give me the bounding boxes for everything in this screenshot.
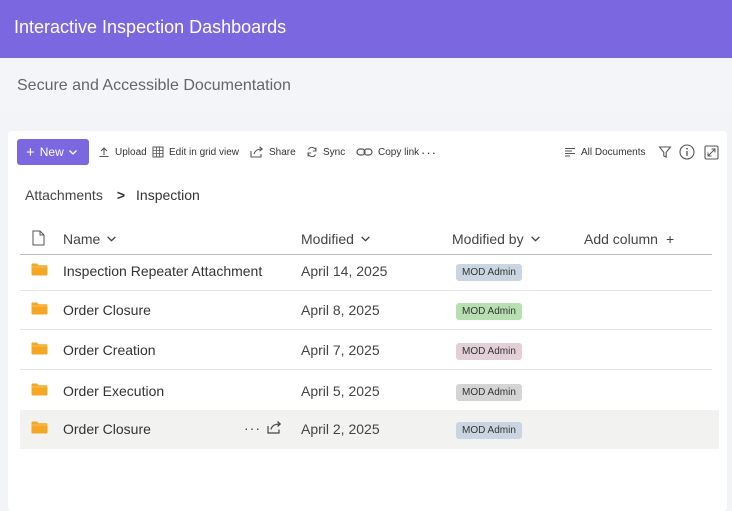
edit-grid-button[interactable]: Edit in grid view — [152, 139, 239, 165]
row-divider — [20, 369, 712, 370]
table-row[interactable]: Order Creation April 7, 2025 MOD Admin — [20, 331, 719, 370]
file-type-column-header[interactable] — [32, 225, 45, 253]
table-row[interactable]: Order Closure ··· April 2, 2025 MOD Admi… — [20, 410, 719, 449]
sync-label: Sync — [323, 146, 346, 158]
modified-column-header[interactable]: Modified — [301, 225, 371, 253]
chevron-down-icon — [360, 231, 371, 247]
upload-label: Upload — [115, 146, 147, 158]
link-icon — [356, 147, 373, 157]
row-more-actions-icon[interactable]: ··· — [244, 420, 261, 436]
sync-icon — [306, 146, 318, 158]
add-column-button[interactable]: Add column + — [584, 225, 674, 253]
upload-button[interactable]: Upload — [98, 139, 147, 165]
sync-button[interactable]: Sync — [306, 139, 345, 165]
info-button[interactable] — [679, 139, 695, 165]
more-actions-button[interactable]: ··· — [421, 139, 437, 165]
row-name[interactable]: Order Closure — [63, 302, 151, 318]
table-row[interactable]: Order Closure April 8, 2025 MOD Admin — [20, 291, 719, 330]
copy-link-button[interactable]: Copy link — [356, 139, 419, 165]
folder-icon — [31, 302, 48, 320]
modified-by-column-header[interactable]: Modified by — [452, 225, 541, 253]
ellipsis-icon: ··· — [421, 144, 437, 160]
folder-icon — [31, 383, 48, 401]
info-icon — [679, 144, 695, 160]
table-row[interactable]: Order Execution April 5, 2025 MOD Admin — [20, 372, 719, 411]
add-column-plus: + — [665, 231, 675, 247]
row-modified: April 8, 2025 — [301, 302, 380, 318]
breadcrumb-separator: > — [116, 187, 126, 203]
share-icon — [250, 146, 264, 158]
modified-by-column-label: Modified by — [452, 231, 524, 247]
sub-header: Secure and Accessible Documentation — [0, 58, 732, 112]
modified-column-label: Modified — [301, 231, 354, 247]
modified-by-badge[interactable]: MOD Admin — [456, 303, 522, 320]
row-modified: April 5, 2025 — [301, 383, 380, 399]
view-selector[interactable]: All Documents — [564, 139, 645, 165]
copy-link-label: Copy link — [378, 146, 420, 158]
chevron-down-icon — [68, 147, 78, 157]
breadcrumb-parent[interactable]: Attachments — [25, 187, 103, 203]
row-name[interactable]: Order Execution — [63, 383, 164, 399]
chevron-down-icon — [530, 231, 541, 247]
row-modified: April 7, 2025 — [301, 342, 380, 358]
app-title: Interactive Inspection Dashboards — [14, 17, 287, 37]
new-button-label: New — [39, 145, 64, 159]
expand-icon — [704, 144, 719, 160]
breadcrumb-current: Inspection — [136, 187, 200, 203]
fullscreen-button[interactable] — [704, 139, 719, 165]
view-list-icon — [564, 147, 576, 157]
edit-grid-label: Edit in grid view — [169, 146, 240, 158]
name-column-label: Name — [63, 231, 101, 247]
page-subtitle: Secure and Accessible Documentation — [17, 77, 291, 94]
share-button[interactable]: Share — [250, 139, 296, 165]
modified-by-badge[interactable]: MOD Admin — [456, 264, 522, 281]
row-divider — [20, 329, 712, 330]
row-modified: April 14, 2025 — [301, 263, 388, 279]
share-label: Share — [269, 146, 296, 158]
new-button[interactable]: + New — [17, 139, 89, 165]
folder-icon — [31, 263, 48, 281]
document-library: + New Upload Edit in grid view Share Syn… — [8, 131, 727, 511]
chevron-down-icon — [106, 231, 117, 247]
row-name[interactable]: Order Creation — [63, 342, 156, 358]
breadcrumb: Attachments > Inspection — [25, 187, 200, 203]
folder-icon — [31, 421, 48, 439]
modified-by-badge[interactable]: MOD Admin — [456, 384, 522, 401]
row-share-icon[interactable] — [267, 420, 282, 439]
grid-icon — [152, 146, 164, 158]
row-name[interactable]: Order Closure — [63, 421, 151, 437]
view-selector-label: All Documents — [581, 146, 646, 158]
filter-button[interactable] — [658, 139, 672, 165]
name-column-header[interactable]: Name — [63, 225, 117, 253]
plus-icon: + — [26, 143, 35, 161]
add-column-label: Add column — [584, 231, 658, 247]
top-bar: Interactive Inspection Dashboards — [0, 0, 732, 58]
row-name[interactable]: Inspection Repeater Attachment — [63, 263, 262, 279]
filter-icon — [658, 145, 672, 159]
document-icon — [32, 230, 45, 249]
upload-icon — [98, 146, 110, 158]
table-row[interactable]: Inspection Repeater Attachment April 14,… — [20, 252, 719, 291]
row-modified: April 2, 2025 — [301, 421, 380, 437]
command-bar: + New Upload Edit in grid view Share Syn… — [8, 131, 727, 175]
folder-icon — [31, 342, 48, 360]
modified-by-badge[interactable]: MOD Admin — [456, 422, 522, 439]
modified-by-badge[interactable]: MOD Admin — [456, 343, 522, 360]
